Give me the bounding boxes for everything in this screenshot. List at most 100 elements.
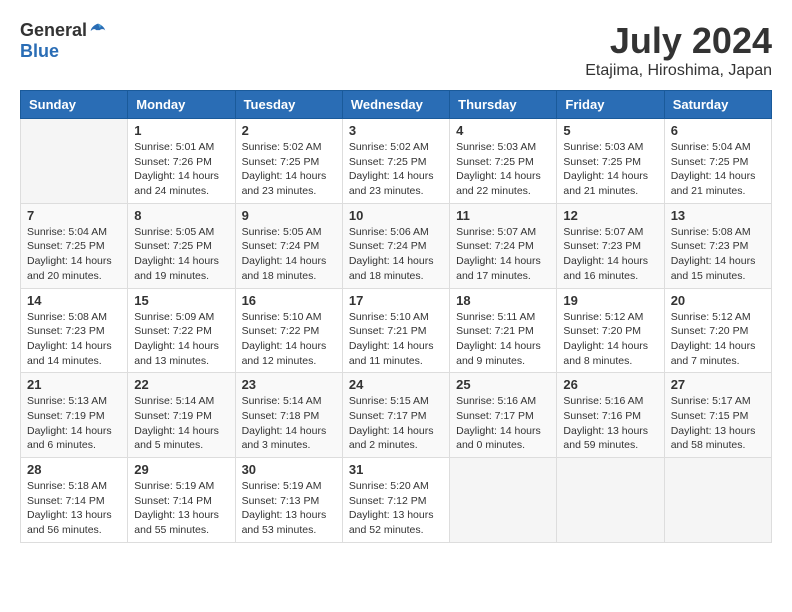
logo-bird-icon [89,22,107,40]
calendar-day-cell: 24 Sunrise: 5:15 AM Sunset: 7:17 PM Dayli… [342,373,449,458]
day-number: 15 [134,293,228,308]
day-number: 16 [242,293,336,308]
title-area: July 2024 Etajima, Hiroshima, Japan [585,20,772,80]
logo: General Blue [20,20,107,62]
day-number: 3 [349,123,443,138]
day-info: Sunrise: 5:06 AM Sunset: 7:24 PM Dayligh… [349,225,443,284]
calendar-day-cell [664,458,771,543]
calendar-day-cell [557,458,664,543]
day-number: 11 [456,208,550,223]
calendar-day-cell: 29Sunrise: 5:19 AM Sunset: 7:14 PM Dayli… [128,458,235,543]
day-number: 13 [671,208,765,223]
calendar-day-cell [21,119,128,204]
logo-general-text: General [20,20,87,41]
day-info: Sunrise: 5:04 AM Sunset: 7:25 PM Dayligh… [27,225,121,284]
day-info: Sunrise: 5:05 AM Sunset: 7:25 PM Dayligh… [134,225,228,284]
day-number: 23 [242,377,336,392]
day-number: 24 [349,377,443,392]
day-info: Sunrise: 5:12 AM Sunset: 7:20 PM Dayligh… [563,310,657,369]
day-info: Sunrise: 5:03 AM Sunset: 7:25 PM Dayligh… [456,140,550,199]
calendar-weekday-header: Wednesday [342,91,449,119]
month-title: July 2024 [585,20,772,62]
day-info: Sunrise: 5:01 AM Sunset: 7:26 PM Dayligh… [134,140,228,199]
calendar-day-cell: 5 Sunrise: 5:03 AM Sunset: 7:25 PM Daylig… [557,119,664,204]
day-info: Sunrise: 5:16 AM Sunset: 7:16 PM Dayligh… [563,394,657,453]
calendar-week-row: 21 Sunrise: 5:13 AM Sunset: 7:19 PM Dayli… [21,373,772,458]
day-number: 26 [563,377,657,392]
calendar-day-cell: 25Sunrise: 5:16 AM Sunset: 7:17 PM Dayli… [450,373,557,458]
calendar-day-cell: 22 Sunrise: 5:14 AM Sunset: 7:19 PM Dayli… [128,373,235,458]
calendar-day-cell: 30 Sunrise: 5:19 AM Sunset: 7:13 PM Dayli… [235,458,342,543]
calendar-day-cell [450,458,557,543]
calendar-table: SundayMondayTuesdayWednesdayThursdayFrid… [20,90,772,543]
calendar-day-cell: 20 Sunrise: 5:12 AM Sunset: 7:20 PM Dayli… [664,288,771,373]
calendar-day-cell: 11 Sunrise: 5:07 AM Sunset: 7:24 PM Dayli… [450,203,557,288]
day-number: 21 [27,377,121,392]
day-number: 7 [27,208,121,223]
day-info: Sunrise: 5:10 AM Sunset: 7:21 PM Dayligh… [349,310,443,369]
day-info: Sunrise: 5:12 AM Sunset: 7:20 PM Dayligh… [671,310,765,369]
day-info: Sunrise: 5:14 AM Sunset: 7:18 PM Dayligh… [242,394,336,453]
day-number: 28 [27,462,121,477]
calendar-day-cell: 27 Sunrise: 5:17 AM Sunset: 7:15 PM Dayli… [664,373,771,458]
day-info: Sunrise: 5:18 AM Sunset: 7:14 PM Dayligh… [27,479,121,538]
day-number: 18 [456,293,550,308]
day-number: 27 [671,377,765,392]
page-header: General Blue July 2024 Etajima, Hiroshim… [20,20,772,80]
day-number: 9 [242,208,336,223]
day-number: 31 [349,462,443,477]
day-info: Sunrise: 5:20 AM Sunset: 7:12 PM Dayligh… [349,479,443,538]
calendar-header-row: SundayMondayTuesdayWednesdayThursdayFrid… [21,91,772,119]
day-info: Sunrise: 5:13 AM Sunset: 7:19 PM Dayligh… [27,394,121,453]
calendar-weekday-header: Thursday [450,91,557,119]
calendar-day-cell: 31 Sunrise: 5:20 AM Sunset: 7:12 PM Dayli… [342,458,449,543]
calendar-day-cell: 3 Sunrise: 5:02 AM Sunset: 7:25 PM Daylig… [342,119,449,204]
calendar-day-cell: 4 Sunrise: 5:03 AM Sunset: 7:25 PM Daylig… [450,119,557,204]
calendar-week-row: 1 Sunrise: 5:01 AM Sunset: 7:26 PM Daylig… [21,119,772,204]
day-number: 8 [134,208,228,223]
day-info: Sunrise: 5:09 AM Sunset: 7:22 PM Dayligh… [134,310,228,369]
calendar-weekday-header: Tuesday [235,91,342,119]
day-info: Sunrise: 5:07 AM Sunset: 7:23 PM Dayligh… [563,225,657,284]
day-info: Sunrise: 5:08 AM Sunset: 7:23 PM Dayligh… [671,225,765,284]
day-info: Sunrise: 5:16 AM Sunset: 7:17 PM Dayligh… [456,394,550,453]
calendar-weekday-header: Friday [557,91,664,119]
day-number: 6 [671,123,765,138]
day-info: Sunrise: 5:04 AM Sunset: 7:25 PM Dayligh… [671,140,765,199]
calendar-week-row: 7 Sunrise: 5:04 AM Sunset: 7:25 PM Daylig… [21,203,772,288]
logo-blue-text: Blue [20,41,59,62]
day-info: Sunrise: 5:15 AM Sunset: 7:17 PM Dayligh… [349,394,443,453]
day-info: Sunrise: 5:19 AM Sunset: 7:13 PM Dayligh… [242,479,336,538]
day-number: 5 [563,123,657,138]
calendar-day-cell: 2Sunrise: 5:02 AM Sunset: 7:25 PM Daylig… [235,119,342,204]
calendar-day-cell: 12Sunrise: 5:07 AM Sunset: 7:23 PM Dayli… [557,203,664,288]
day-info: Sunrise: 5:07 AM Sunset: 7:24 PM Dayligh… [456,225,550,284]
day-number: 22 [134,377,228,392]
calendar-day-cell: 1 Sunrise: 5:01 AM Sunset: 7:26 PM Daylig… [128,119,235,204]
day-number: 30 [242,462,336,477]
calendar-day-cell: 28 Sunrise: 5:18 AM Sunset: 7:14 PM Dayli… [21,458,128,543]
calendar-week-row: 28 Sunrise: 5:18 AM Sunset: 7:14 PM Dayli… [21,458,772,543]
day-number: 1 [134,123,228,138]
day-info: Sunrise: 5:08 AM Sunset: 7:23 PM Dayligh… [27,310,121,369]
location-title: Etajima, Hiroshima, Japan [585,62,772,80]
calendar-day-cell: 10Sunrise: 5:06 AM Sunset: 7:24 PM Dayli… [342,203,449,288]
calendar-day-cell: 6 Sunrise: 5:04 AM Sunset: 7:25 PM Daylig… [664,119,771,204]
day-info: Sunrise: 5:03 AM Sunset: 7:25 PM Dayligh… [563,140,657,199]
calendar-day-cell: 13 Sunrise: 5:08 AM Sunset: 7:23 PM Dayli… [664,203,771,288]
calendar-day-cell: 17Sunrise: 5:10 AM Sunset: 7:21 PM Dayli… [342,288,449,373]
day-info: Sunrise: 5:02 AM Sunset: 7:25 PM Dayligh… [349,140,443,199]
day-info: Sunrise: 5:14 AM Sunset: 7:19 PM Dayligh… [134,394,228,453]
calendar-day-cell: 23 Sunrise: 5:14 AM Sunset: 7:18 PM Dayli… [235,373,342,458]
day-info: Sunrise: 5:10 AM Sunset: 7:22 PM Dayligh… [242,310,336,369]
day-info: Sunrise: 5:17 AM Sunset: 7:15 PM Dayligh… [671,394,765,453]
day-info: Sunrise: 5:02 AM Sunset: 7:25 PM Dayligh… [242,140,336,199]
day-info: Sunrise: 5:11 AM Sunset: 7:21 PM Dayligh… [456,310,550,369]
calendar-weekday-header: Saturday [664,91,771,119]
calendar-day-cell: 14Sunrise: 5:08 AM Sunset: 7:23 PM Dayli… [21,288,128,373]
calendar-day-cell: 19Sunrise: 5:12 AM Sunset: 7:20 PM Dayli… [557,288,664,373]
calendar-week-row: 14Sunrise: 5:08 AM Sunset: 7:23 PM Dayli… [21,288,772,373]
day-number: 20 [671,293,765,308]
day-number: 4 [456,123,550,138]
calendar-day-cell: 21 Sunrise: 5:13 AM Sunset: 7:19 PM Dayli… [21,373,128,458]
